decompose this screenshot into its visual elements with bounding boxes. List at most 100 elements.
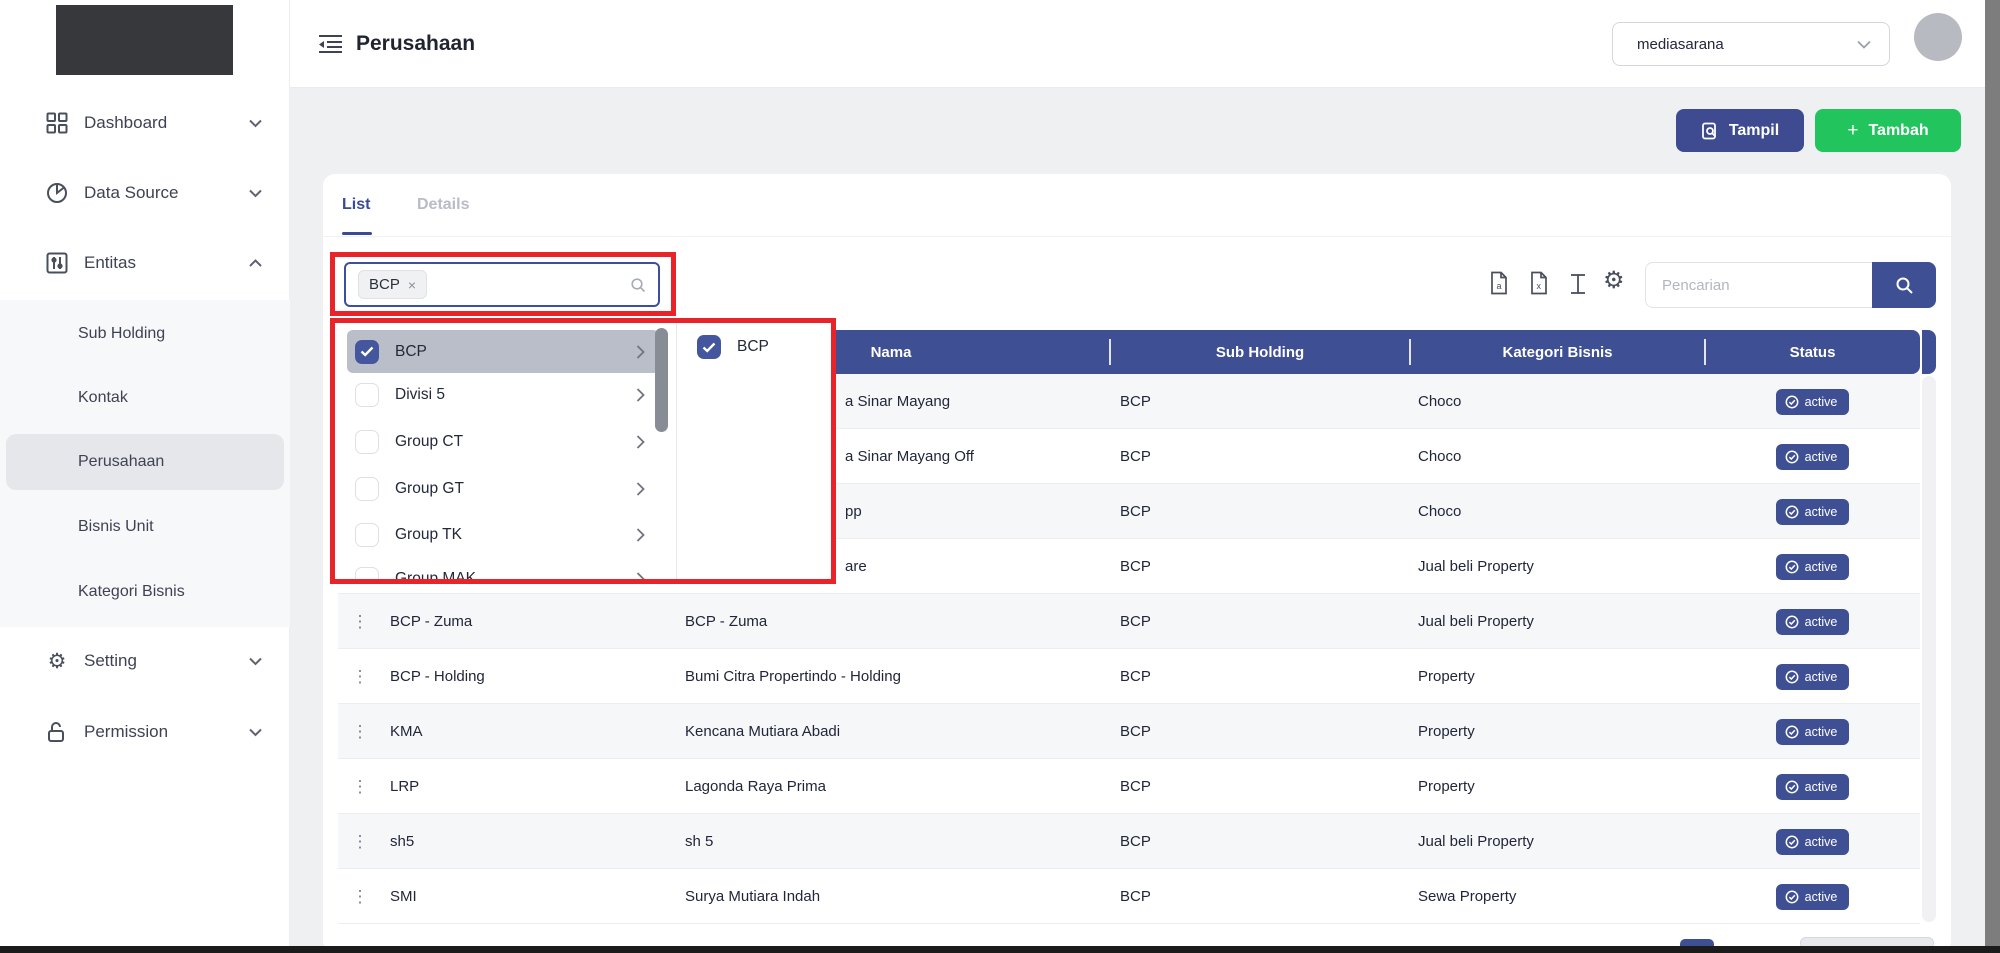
checkbox-icon[interactable]: [355, 477, 379, 501]
dropdown-scrollbar-thumb[interactable]: [655, 328, 668, 432]
checkbox-icon[interactable]: [355, 523, 379, 547]
cell-kategori-bisnis: Jual beli Property: [1418, 814, 1698, 869]
chevron-right-icon[interactable]: [636, 528, 645, 542]
sidebar-item-sub-holding[interactable]: Sub Holding: [0, 308, 290, 360]
sidebar-item-label: Setting: [84, 651, 249, 671]
tab-list[interactable]: List: [342, 196, 370, 214]
page-menu-icon[interactable]: [318, 34, 343, 54]
table-row[interactable]: ⋮ BCP - Holding Bumi Citra Propertindo -…: [338, 649, 1920, 704]
table-scrollbar[interactable]: [1922, 376, 1936, 922]
cell-kategori-bisnis: Property: [1418, 649, 1698, 704]
status-badge[interactable]: active: [1776, 389, 1850, 415]
col-header-status[interactable]: Status: [1705, 330, 1920, 374]
subholding-selected-panel: BCP: [677, 323, 831, 579]
text-width-icon[interactable]: [1566, 273, 1590, 295]
checkbox-icon[interactable]: [355, 430, 379, 454]
cell-kategori-bisnis: Property: [1418, 704, 1698, 759]
search-button[interactable]: [1872, 262, 1936, 308]
col-header-kategori-bisnis[interactable]: Kategori Bisnis: [1410, 330, 1705, 374]
col-header-sub-holding[interactable]: Sub Holding: [1110, 330, 1410, 374]
status-badge-label: active: [1805, 395, 1838, 409]
sidebar-item-label: Entitas: [84, 253, 249, 273]
tab-details[interactable]: Details: [417, 196, 469, 214]
dropdown-option-bcp[interactable]: BCP: [347, 330, 659, 373]
row-actions-icon[interactable]: ⋮: [348, 814, 372, 869]
row-actions-icon[interactable]: ⋮: [348, 704, 372, 759]
status-badge[interactable]: active: [1776, 829, 1850, 855]
table-search-input[interactable]: [1646, 263, 1872, 307]
status-badge[interactable]: active: [1776, 554, 1850, 580]
table-row[interactable]: ⋮ LRP Lagonda Raya Prima BCP Property ac…: [338, 759, 1920, 814]
status-badge[interactable]: active: [1776, 499, 1850, 525]
sidebar-item-dashboard[interactable]: Dashboard: [0, 96, 290, 150]
dropdown-option-group-tk[interactable]: Group TK: [347, 513, 659, 556]
dropdown-option-divisi-5[interactable]: Divisi 5: [347, 373, 659, 416]
cell-status: active: [1705, 759, 1920, 814]
check-circle-icon: [1785, 780, 1799, 794]
tag-close-icon[interactable]: ×: [408, 277, 416, 293]
status-badge[interactable]: active: [1776, 719, 1850, 745]
sidebar-item-kontak[interactable]: Kontak: [0, 372, 290, 424]
sidebar-item-data-source[interactable]: Data Source: [0, 166, 290, 220]
sidebar-item-permission[interactable]: Permission: [0, 705, 290, 759]
cell-nama: Lagonda Raya Prima: [685, 759, 1105, 814]
chevron-down-icon: [249, 189, 262, 198]
table-row[interactable]: ⋮ BCP - Zuma BCP - Zuma BCP Jual beli Pr…: [338, 594, 1920, 649]
sidebar-item-entitas[interactable]: Entitas: [0, 236, 290, 290]
cell-kode: BCP - Holding: [390, 649, 670, 704]
topbar: Perusahaan mediasarana: [290, 0, 2000, 88]
checkbox-icon[interactable]: [355, 567, 379, 580]
cell-nama: pp: [845, 484, 1105, 539]
table-settings-icon[interactable]: ⚙: [1603, 269, 1625, 293]
status-badge[interactable]: active: [1776, 609, 1850, 635]
table-search: [1645, 262, 1872, 308]
chevron-right-icon[interactable]: [636, 388, 645, 402]
table-row[interactable]: ⋮ sh5 sh 5 BCP Jual beli Property active: [338, 814, 1920, 869]
dropdown-option-group-ct[interactable]: Group CT: [347, 420, 659, 463]
excel-export-icon[interactable]: x: [1526, 270, 1552, 296]
chevron-right-icon[interactable]: [636, 345, 645, 359]
checkbox-icon[interactable]: [355, 383, 379, 407]
sidebar-item-bisnis-unit[interactable]: Bisnis Unit: [0, 501, 290, 553]
cell-status: active: [1705, 704, 1920, 759]
row-actions-icon[interactable]: ⋮: [348, 759, 372, 814]
chevron-right-icon[interactable]: [636, 435, 645, 449]
sidebar: Dashboard Data Source Entitas Sub Holdin…: [0, 0, 290, 953]
tambah-button[interactable]: + Tambah: [1815, 109, 1961, 152]
tabs-divider: [323, 236, 1951, 237]
checkbox-checked-icon[interactable]: [697, 335, 721, 359]
selected-option-bcp[interactable]: BCP: [697, 335, 769, 359]
sidebar-item-perusahaan[interactable]: Perusahaan: [0, 436, 290, 488]
check-circle-icon: [1785, 615, 1799, 629]
pdf-export-icon[interactable]: a: [1486, 270, 1512, 296]
cell-status: active: [1705, 429, 1920, 484]
subholding-filter-input[interactable]: BCP ×: [344, 262, 660, 307]
check-circle-icon: [1785, 890, 1799, 904]
status-badge[interactable]: active: [1776, 774, 1850, 800]
row-actions-icon[interactable]: ⋮: [348, 869, 372, 924]
tampil-label: Tampil: [1729, 122, 1779, 140]
chevron-right-icon[interactable]: [636, 482, 645, 496]
status-badge[interactable]: active: [1776, 444, 1850, 470]
chevron-down-icon: [249, 119, 262, 128]
cell-sub-holding: BCP: [1120, 539, 1410, 594]
table-row[interactable]: ⋮ KMA Kencana Mutiara Abadi BCP Property…: [338, 704, 1920, 759]
checkbox-checked-icon[interactable]: [355, 340, 379, 364]
status-badge[interactable]: active: [1776, 884, 1850, 910]
table-row[interactable]: ⋮ SMI Surya Mutiara Indah BCP Sewa Prope…: [338, 869, 1920, 924]
dropdown-panel-divider: [676, 323, 677, 579]
avatar[interactable]: [1914, 13, 1962, 61]
cell-kategori-bisnis: Jual beli Property: [1418, 594, 1698, 649]
row-actions-icon[interactable]: ⋮: [348, 594, 372, 649]
check-circle-icon: [1785, 560, 1799, 574]
status-badge[interactable]: active: [1776, 664, 1850, 690]
tampil-button[interactable]: Tampil: [1676, 109, 1804, 152]
company-selector[interactable]: mediasarana: [1612, 22, 1890, 66]
dropdown-option-group-mak[interactable]: Group MAK: [347, 557, 659, 579]
dropdown-option-group-gt[interactable]: Group GT: [347, 467, 659, 510]
sidebar-item-setting[interactable]: ⚙ Setting: [0, 634, 290, 688]
row-actions-icon[interactable]: ⋮: [348, 649, 372, 704]
tambah-label: Tambah: [1868, 122, 1928, 140]
chevron-right-icon[interactable]: [636, 572, 645, 580]
sidebar-item-kategori-bisnis[interactable]: Kategori Bisnis: [0, 566, 290, 618]
